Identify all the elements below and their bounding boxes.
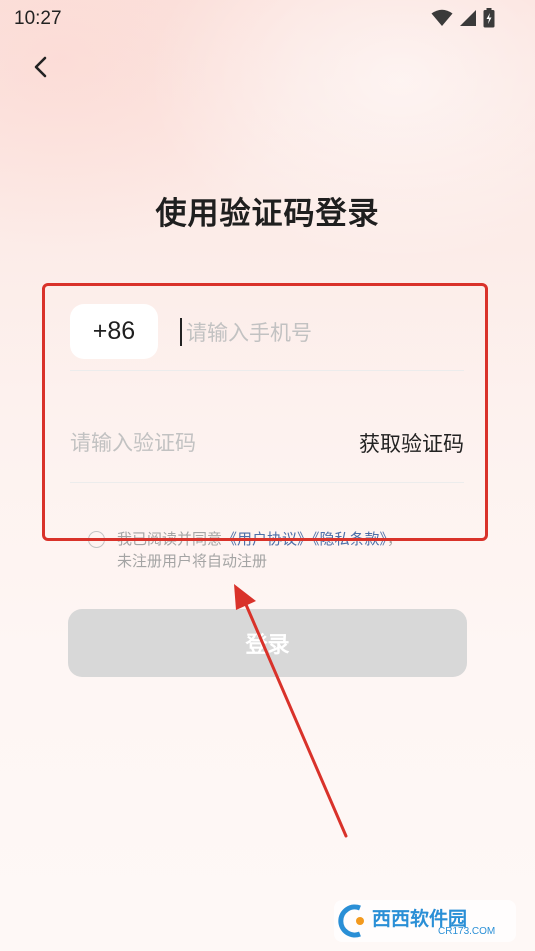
battery-icon bbox=[483, 8, 495, 28]
page-title: 使用验证码登录 bbox=[155, 196, 380, 232]
privacy-policy-link[interactable]: 《隐私条款》 bbox=[312, 530, 387, 548]
country-code-selector[interactable]: +86 bbox=[70, 304, 158, 359]
user-agreement-link[interactable]: 《用户协议》 bbox=[222, 530, 312, 548]
status-icons bbox=[431, 8, 495, 28]
watermark-logo: 西西软件园 CR173.COM bbox=[330, 896, 520, 946]
agreement-note: 未注册用户将自动注册 bbox=[117, 552, 268, 570]
status-bar: 10:27 bbox=[0, 0, 535, 38]
watermark-domain: CR173.COM bbox=[438, 926, 496, 937]
verification-code-input[interactable] bbox=[70, 422, 330, 464]
text-caret bbox=[180, 318, 182, 346]
chevron-left-icon bbox=[34, 56, 47, 78]
phone-input[interactable] bbox=[186, 312, 464, 354]
get-code-button[interactable]: 获取验证码 bbox=[359, 428, 464, 458]
code-divider bbox=[70, 482, 464, 483]
login-button[interactable]: 登录 bbox=[68, 609, 467, 677]
back-button[interactable] bbox=[24, 50, 58, 84]
signal-icon bbox=[460, 10, 476, 26]
agreement-prefix: 我已阅读并同意 bbox=[117, 530, 223, 548]
annotation-arrow bbox=[234, 584, 348, 838]
agreement-checkbox[interactable] bbox=[88, 531, 105, 548]
agreement-text: 我已阅读并同意《用户协议》《隐私条款》， 未注册用户将自动注册 bbox=[117, 528, 477, 572]
status-time: 10:27 bbox=[14, 8, 62, 29]
phone-divider bbox=[70, 370, 464, 371]
agreement-separator: ， bbox=[387, 530, 403, 548]
wifi-icon bbox=[431, 9, 453, 26]
